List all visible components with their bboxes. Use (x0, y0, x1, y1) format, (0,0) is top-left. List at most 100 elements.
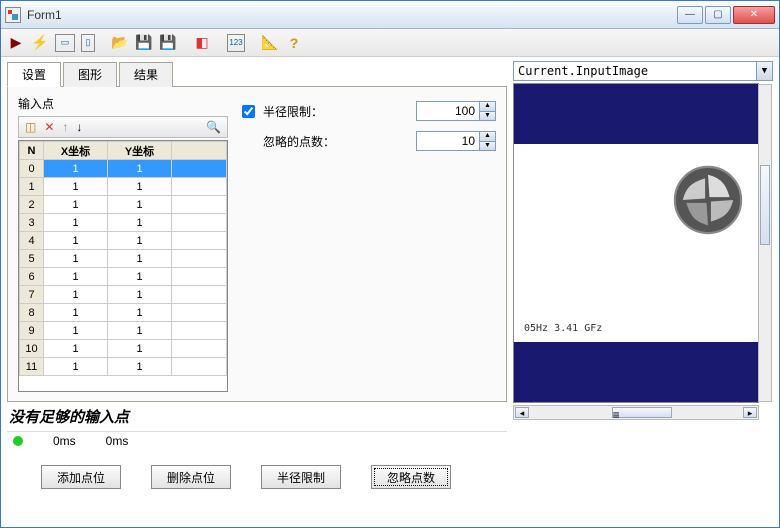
cell-y[interactable]: 1 (108, 358, 172, 376)
status-time-2: 0ms (106, 434, 129, 448)
spin-down-icon[interactable]: ▼ (479, 112, 495, 121)
counter-icon[interactable]: 123 (227, 34, 245, 52)
table-row[interactable]: 111 (20, 178, 227, 196)
cell-x[interactable]: 1 (44, 286, 108, 304)
flash-icon[interactable]: ⚡ (31, 34, 49, 52)
cell-y[interactable]: 1 (108, 250, 172, 268)
panel1-icon[interactable]: ▭ (55, 34, 75, 52)
tab-graphics[interactable]: 图形 (63, 62, 117, 87)
close-button[interactable]: ✕ (733, 6, 775, 24)
table-row[interactable]: 211 (20, 196, 227, 214)
radius-limit-checkbox[interactable] (242, 105, 255, 118)
ignore-points-value[interactable]: 10 (417, 132, 479, 150)
move-down-icon[interactable]: ↓ (76, 120, 82, 134)
cell-y[interactable]: 1 (108, 286, 172, 304)
table-row[interactable]: 911 (20, 322, 227, 340)
cell-x[interactable]: 1 (44, 322, 108, 340)
search-icon[interactable]: 🔍 (206, 120, 221, 134)
cell-y[interactable]: 1 (108, 304, 172, 322)
cell-y[interactable]: 1 (108, 178, 172, 196)
delete-row-icon[interactable]: ✕ (44, 120, 54, 134)
row-index: 10 (20, 340, 44, 358)
save-icon[interactable]: 💾 (135, 34, 153, 52)
points-grid[interactable]: N X坐标 Y坐标 011111211311411511611711811911… (18, 140, 228, 392)
radius-limit-value[interactable]: 100 (417, 102, 479, 120)
app-icon (5, 7, 21, 23)
ignore-points-label: 忽略的点数： (263, 133, 408, 150)
add-point-button[interactable]: 添加点位 (41, 465, 121, 489)
ignore-points-button[interactable]: 忽略点数 (371, 465, 451, 489)
vertical-scrollbar[interactable] (758, 84, 772, 402)
cell-x[interactable]: 1 (44, 340, 108, 358)
marker-icon[interactable]: ◧ (193, 34, 211, 52)
table-row[interactable]: 1011 (20, 340, 227, 358)
col-x[interactable]: X坐标 (44, 142, 108, 160)
row-index: 6 (20, 268, 44, 286)
cell-y[interactable]: 1 (108, 340, 172, 358)
cell-y[interactable]: 1 (108, 160, 172, 178)
table-row[interactable]: 711 (20, 286, 227, 304)
row-index: 4 (20, 232, 44, 250)
open-icon[interactable]: 📂 (111, 34, 129, 52)
cell-y[interactable]: 1 (108, 232, 172, 250)
table-row[interactable]: 511 (20, 250, 227, 268)
scroll-left-icon[interactable]: ◂ (515, 407, 529, 418)
row-index: 2 (20, 196, 44, 214)
table-row[interactable]: 611 (20, 268, 227, 286)
minimize-button[interactable]: — (677, 6, 703, 24)
row-index: 9 (20, 322, 44, 340)
select-icon[interactable]: ◫ (25, 120, 36, 134)
delete-point-button[interactable]: 删除点位 (151, 465, 231, 489)
cell-x[interactable]: 1 (44, 178, 108, 196)
titlebar: Form1 — ▢ ✕ (1, 1, 779, 29)
table-row[interactable]: 811 (20, 304, 227, 322)
status-message: 没有足够的输入点 (7, 402, 507, 431)
maximize-button[interactable]: ▢ (705, 6, 731, 24)
action-buttons: 添加点位 删除点位 半径限制 忽略点数 (1, 449, 779, 489)
ignore-points-spinner[interactable]: 10 ▲▼ (416, 131, 496, 151)
cell-x[interactable]: 1 (44, 268, 108, 286)
move-up-icon[interactable]: ↑ (62, 120, 68, 134)
row-index: 1 (20, 178, 44, 196)
image-source-combo[interactable]: Current.InputImage ▼ (513, 61, 773, 81)
cell-x[interactable]: 1 (44, 232, 108, 250)
row-index: 5 (20, 250, 44, 268)
tab-settings[interactable]: 设置 (7, 62, 61, 87)
horizontal-scrollbar[interactable]: ◂ ≡ ▸ (513, 405, 759, 420)
spin-up-icon[interactable]: ▲ (479, 132, 495, 142)
cell-x[interactable]: 1 (44, 304, 108, 322)
table-row[interactable]: 311 (20, 214, 227, 232)
table-row[interactable]: 1111 (20, 358, 227, 376)
image-preview[interactable]: 05Hz 3.41 GFz (513, 83, 759, 403)
cell-y[interactable]: 1 (108, 268, 172, 286)
tab-result[interactable]: 结果 (119, 62, 173, 87)
image-source-value: Current.InputImage (514, 64, 756, 78)
save-as-icon[interactable]: 💾 (159, 34, 177, 52)
col-y[interactable]: Y坐标 (108, 142, 172, 160)
scroll-right-icon[interactable]: ▸ (743, 407, 757, 418)
table-row[interactable]: 411 (20, 232, 227, 250)
cell-y[interactable]: 1 (108, 214, 172, 232)
help-icon[interactable]: ? (285, 34, 303, 52)
spin-up-icon[interactable]: ▲ (479, 102, 495, 112)
cell-y[interactable]: 1 (108, 196, 172, 214)
measure-icon[interactable]: 📐 (261, 34, 279, 52)
radius-limit-button[interactable]: 半径限制 (261, 465, 341, 489)
cell-x[interactable]: 1 (44, 196, 108, 214)
col-n[interactable]: N (20, 142, 44, 160)
cell-x[interactable]: 1 (44, 214, 108, 232)
table-row[interactable]: 011 (20, 160, 227, 178)
spin-down-icon[interactable]: ▼ (479, 142, 495, 151)
cell-x[interactable]: 1 (44, 160, 108, 178)
cell-y[interactable]: 1 (108, 322, 172, 340)
panel2-icon[interactable]: ▯ (81, 34, 95, 52)
scrollbar-thumb[interactable]: ≡ (612, 407, 672, 418)
run-icon[interactable]: ▶ (7, 34, 25, 52)
radius-limit-spinner[interactable]: 100 ▲▼ (416, 101, 496, 121)
status-dot-icon (13, 436, 23, 446)
scrollbar-thumb[interactable] (760, 165, 770, 245)
cell-x[interactable]: 1 (44, 358, 108, 376)
cell-x[interactable]: 1 (44, 250, 108, 268)
chevron-down-icon[interactable]: ▼ (756, 62, 772, 80)
points-group-label: 输入点 (18, 95, 228, 112)
